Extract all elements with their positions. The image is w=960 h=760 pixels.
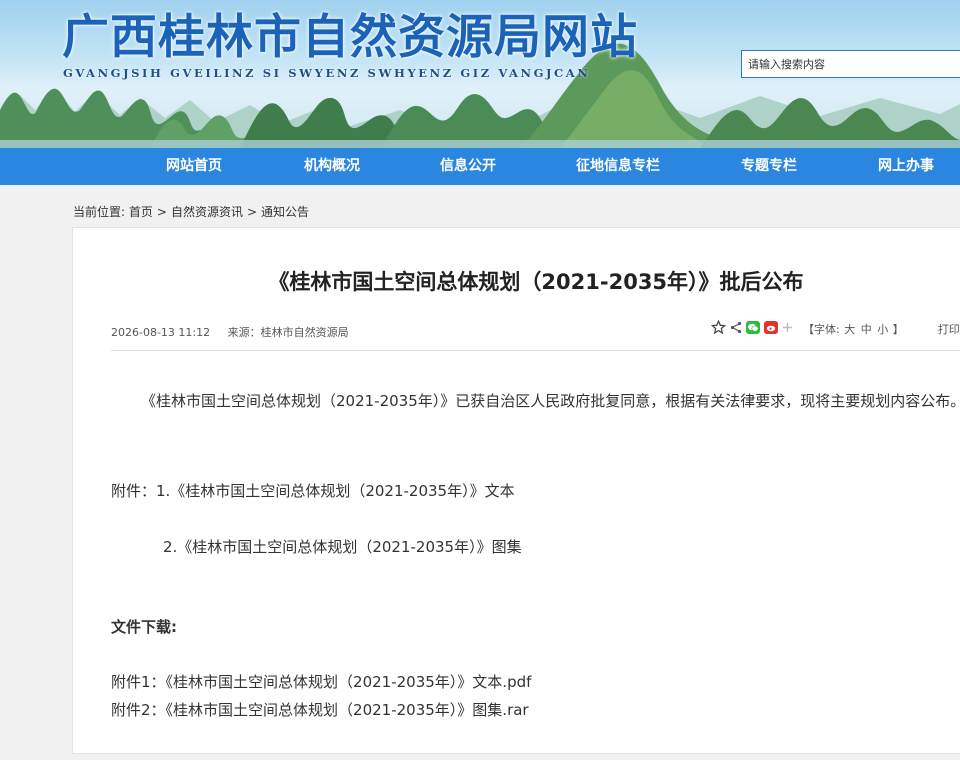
article-tools: 【字体: 大 中 小 】 打印	[710, 319, 960, 338]
breadcrumb-prefix: 当前位置:	[73, 205, 126, 219]
nav-item-online-services[interactable]: 网上办事	[878, 148, 934, 185]
font-size-medium[interactable]: 中	[861, 323, 872, 336]
article-paragraph: 《桂林市国土空间总体规划（2021-2035年）》已获自治区人民政府批复同意，根…	[141, 392, 960, 410]
attachment-line-2: 2.《桂林市国土空间总体规划（2021-2035年）》图集	[163, 538, 522, 556]
nav-item-special-topics[interactable]: 专题专栏	[741, 148, 797, 185]
meta-divider	[111, 350, 960, 351]
share-icon[interactable]	[730, 321, 742, 337]
font-size-label: 【字体:	[803, 323, 840, 336]
publish-date: 2026-08-13 11:12	[111, 326, 211, 339]
print-button[interactable]: 打印	[938, 321, 960, 337]
article-title: 《桂林市国土空间总体规划（2021-2035年）》批后公布	[268, 270, 804, 294]
weibo-icon[interactable]	[764, 321, 778, 337]
breadcrumb-home[interactable]: 首页	[129, 205, 153, 219]
nav-item-organization[interactable]: 机构概况	[304, 148, 360, 185]
article-source: 来源：桂林市自然资源局	[227, 326, 349, 339]
site-title: 广西桂林市自然资源局网站	[62, 10, 638, 65]
nav-item-land-acquisition[interactable]: 征地信息专栏	[576, 148, 660, 185]
article-meta: 2026-08-13 11:12 来源：桂林市自然资源局	[111, 324, 349, 340]
nav-item-info-disclosure[interactable]: 信息公开	[440, 148, 496, 185]
download-item: 附件1：《桂林市国土空间总体规划（2021-2035年）》文本.pdf	[111, 668, 531, 696]
attachment-line-1: 附件：1.《桂林市国土空间总体规划（2021-2035年）》文本	[111, 482, 515, 500]
font-size-large[interactable]: 大	[844, 323, 855, 336]
header-banner: 广西桂林市自然资源局网站 GVANGJSIH GVEILINZ SI SWYEN…	[0, 0, 960, 148]
breadcrumb-news[interactable]: 自然资源资讯	[171, 205, 243, 219]
breadcrumb-separator: >	[246, 205, 258, 219]
article-card: 《桂林市国土空间总体规划（2021-2035年）》批后公布 2026-08-13…	[72, 227, 960, 754]
download-link-pdf[interactable]: 附件1：《桂林市国土空间总体规划（2021-2035年）》文本.pdf	[111, 673, 531, 691]
search-input[interactable]	[741, 50, 960, 78]
main-nav: 网站首页 机构概况 信息公开 征地信息专栏 专题专栏 网上办事	[0, 148, 960, 185]
download-item: 附件2：《桂林市国土空间总体规划（2021-2035年）》图集.rar	[111, 696, 529, 724]
star-icon[interactable]	[710, 319, 727, 338]
font-size-small[interactable]: 小	[877, 323, 888, 336]
download-heading: 文件下载:	[111, 618, 177, 636]
font-size-control: 【字体: 大 中 小 】	[803, 321, 904, 337]
font-size-close: 】	[892, 323, 904, 336]
breadcrumb-notices[interactable]: 通知公告	[261, 205, 309, 219]
plus-icon[interactable]	[782, 322, 793, 336]
breadcrumb-separator: >	[156, 205, 167, 219]
nav-item-home[interactable]: 网站首页	[166, 148, 222, 185]
download-link-rar[interactable]: 附件2：《桂林市国土空间总体规划（2021-2035年）》图集.rar	[111, 701, 529, 719]
wechat-icon[interactable]	[746, 321, 760, 337]
site-subtitle: GVANGJSIH GVEILINZ SI SWYENZ SWHYENZ GIZ…	[63, 66, 591, 80]
breadcrumb: 当前位置: 首页 > 自然资源资讯 > 通知公告	[73, 203, 309, 220]
